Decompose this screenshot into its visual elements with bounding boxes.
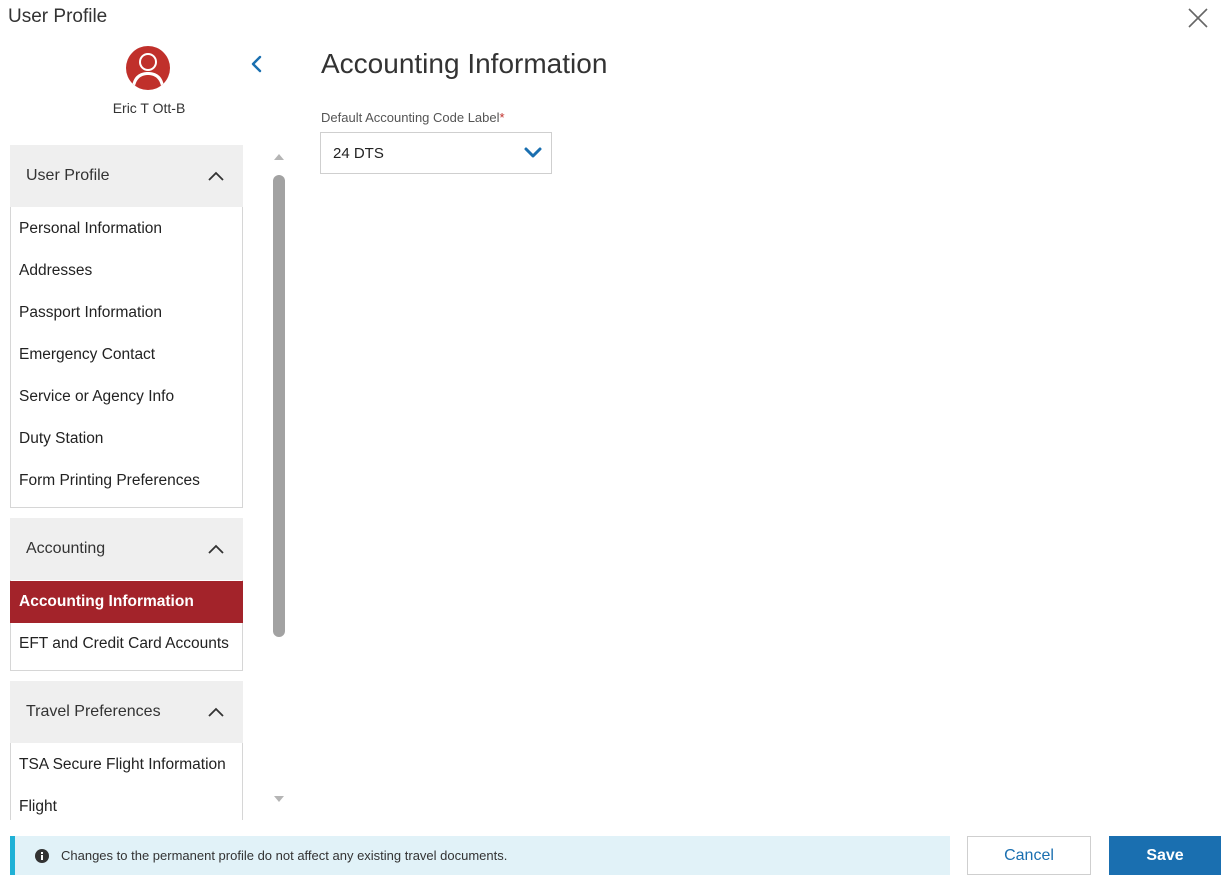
- chevron-left-icon[interactable]: [246, 52, 268, 76]
- close-icon[interactable]: [1184, 4, 1212, 32]
- field-label-text: Default Accounting Code Label: [321, 110, 500, 125]
- info-banner: Changes to the permanent profile do not …: [10, 836, 950, 875]
- cancel-button[interactable]: Cancel: [967, 836, 1091, 875]
- info-text: Changes to the permanent profile do not …: [61, 848, 508, 863]
- sidebar-item-duty-station[interactable]: Duty Station: [11, 418, 242, 460]
- section-label: User Profile: [26, 167, 110, 184]
- user-profile-dialog: User Profile Eric T Ott-B User Profile P…: [0, 0, 1224, 875]
- sidebar-item-personal-information[interactable]: Personal Information: [11, 208, 242, 250]
- sidebar-item-form-printing-preferences[interactable]: Form Printing Preferences: [11, 460, 242, 502]
- accounting-code-select[interactable]: 24 DTS: [320, 132, 552, 174]
- info-icon: [35, 848, 49, 863]
- chevron-up-icon: [208, 707, 224, 717]
- sidebar-item-tsa-secure-flight[interactable]: TSA Secure Flight Information: [11, 744, 242, 786]
- chevron-down-icon: [524, 147, 542, 158]
- sidebar-item-passport-information[interactable]: Passport Information: [11, 292, 242, 334]
- sidebar-item-accounting-information[interactable]: Accounting Information: [10, 581, 243, 623]
- section-header-user-profile[interactable]: User Profile: [10, 145, 243, 207]
- accounting-code-label: Default Accounting Code Label*: [321, 110, 505, 125]
- sidebar-item-addresses[interactable]: Addresses: [11, 250, 242, 292]
- section-list-user-profile: Personal Information Addresses Passport …: [10, 207, 243, 508]
- section-label: Accounting: [26, 540, 106, 557]
- sidebar-item-service-agency-info[interactable]: Service or Agency Info: [11, 376, 242, 418]
- chevron-up-icon: [208, 544, 224, 554]
- sidebar-nav: User Profile Personal Information Addres…: [10, 145, 243, 820]
- user-name: Eric T Ott-B: [112, 100, 186, 116]
- section-header-accounting[interactable]: Accounting: [10, 518, 243, 580]
- sidebar-item-emergency-contact[interactable]: Emergency Contact: [11, 334, 242, 376]
- section-list-accounting: Accounting Information EFT and Credit Ca…: [10, 580, 243, 671]
- window-title: User Profile: [8, 6, 108, 27]
- user-avatar-icon: [126, 46, 170, 90]
- save-button[interactable]: Save: [1109, 836, 1221, 875]
- section-header-travel-preferences[interactable]: Travel Preferences: [10, 681, 243, 743]
- select-value: 24 DTS: [333, 144, 384, 162]
- scroll-up-arrow-icon[interactable]: [272, 150, 286, 162]
- chevron-up-icon: [208, 171, 224, 181]
- sidebar-scrollbar-thumb[interactable]: [273, 175, 285, 637]
- section-label: Travel Preferences: [26, 703, 161, 720]
- scroll-down-arrow-icon[interactable]: [272, 793, 286, 805]
- sidebar-item-flight[interactable]: Flight: [11, 786, 242, 820]
- sidebar-item-eft-credit-card-accounts[interactable]: EFT and Credit Card Accounts: [11, 623, 242, 665]
- page-title: Accounting Information: [321, 48, 608, 79]
- section-list-travel-preferences: TSA Secure Flight Information Flight: [10, 743, 243, 820]
- required-asterisk: *: [499, 110, 505, 125]
